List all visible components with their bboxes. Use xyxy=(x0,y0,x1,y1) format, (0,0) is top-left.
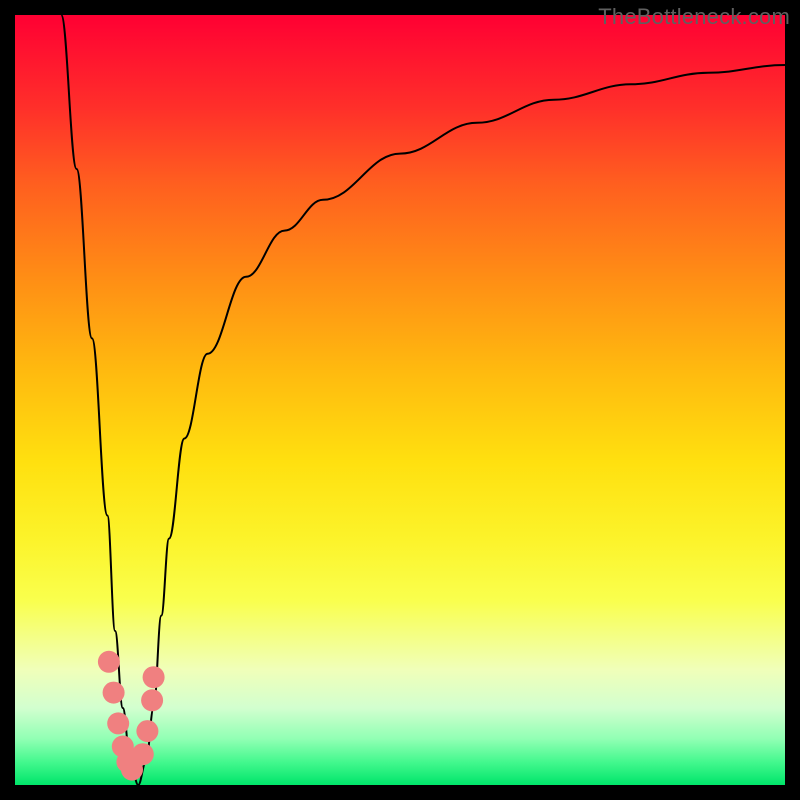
watermark-text: TheBottleneck.com xyxy=(598,4,790,30)
bottleneck-curve xyxy=(61,15,785,785)
curve-layer xyxy=(15,15,785,785)
pink-dot xyxy=(112,736,134,758)
pink-dot-cluster xyxy=(98,651,165,781)
pink-dot xyxy=(143,666,165,688)
chart-stage: TheBottleneck.com xyxy=(0,0,800,800)
pink-dot xyxy=(121,759,143,781)
pink-dot xyxy=(107,712,129,734)
pink-dot xyxy=(98,651,120,673)
plot-area xyxy=(15,15,785,785)
pink-dot xyxy=(103,682,125,704)
pink-dot xyxy=(141,689,163,711)
pink-dot xyxy=(116,751,138,773)
pink-dot xyxy=(132,743,154,765)
curve-path xyxy=(61,15,785,785)
pink-dot xyxy=(136,720,158,742)
